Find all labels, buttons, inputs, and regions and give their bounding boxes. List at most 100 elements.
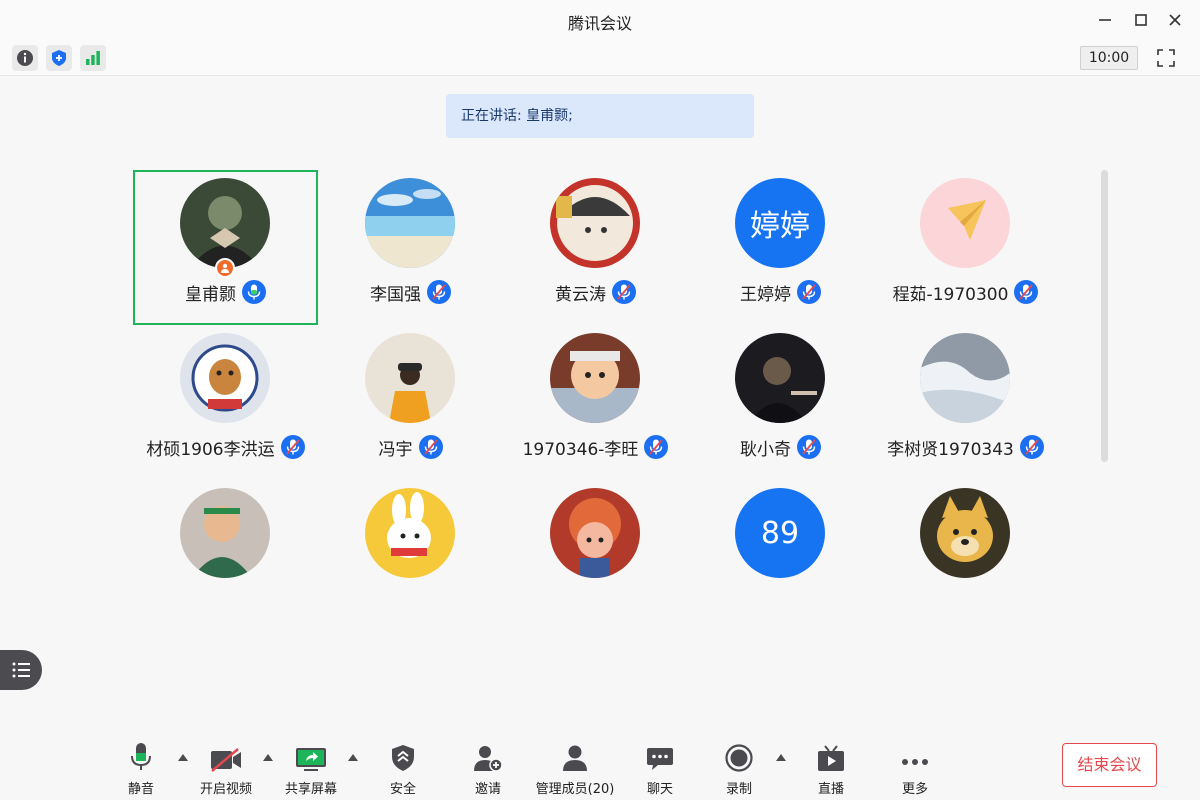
- participant-tile[interactable]: 材硕1906李洪运: [133, 325, 318, 480]
- participant-avatar: [365, 178, 455, 268]
- encryption-button[interactable]: [46, 45, 72, 71]
- participant-tile[interactable]: 李树贤1970343: [873, 325, 1058, 480]
- participant-avatar: [365, 488, 455, 578]
- security-button[interactable]: 安全: [358, 740, 448, 797]
- video-button[interactable]: 开启视频: [181, 740, 271, 797]
- fullscreen-icon: [1157, 49, 1175, 67]
- more-button[interactable]: 更多: [870, 740, 960, 797]
- close-icon: [1169, 14, 1181, 26]
- meeting-info-bar: 10:00: [0, 40, 1200, 76]
- participant-tile[interactable]: 婷婷王婷婷: [688, 170, 873, 325]
- live-stream-icon: [818, 745, 844, 771]
- participant-tile[interactable]: 耿小奇: [688, 325, 873, 480]
- participant-tile[interactable]: 皇甫颢: [133, 170, 318, 325]
- microphone-muted-icon: [797, 435, 821, 459]
- participant-tile[interactable]: [873, 480, 1058, 635]
- participant-name: 李树贤1970343: [887, 439, 1014, 460]
- meeting-info-button[interactable]: [12, 45, 38, 71]
- grid-scrollbar[interactable]: [1101, 170, 1108, 462]
- participant-tile[interactable]: 程茹-1970300: [873, 170, 1058, 325]
- participant-name-row: 1970346-李旺: [503, 433, 688, 461]
- info-icon: [17, 50, 33, 66]
- participant-name-row: 材硕1906李洪运: [133, 433, 318, 461]
- participant-grid: 皇甫颢 李国强 黄云涛 婷婷 王婷婷 程茹-1970300 材硕1906李洪运 冯宇 19703…: [133, 170, 1063, 600]
- microphone-icon: [131, 743, 151, 770]
- mute-button[interactable]: 静音: [96, 740, 186, 797]
- participant-name: 材硕1906李洪运: [146, 439, 275, 460]
- manage-members-button[interactable]: 管理成员(20): [530, 740, 620, 797]
- participant-name-row: 李国强: [318, 278, 503, 306]
- video-off-icon: [211, 748, 241, 772]
- participant-avatar: [920, 333, 1010, 423]
- participant-tile[interactable]: 1970346-李旺: [503, 325, 688, 480]
- participant-avatar: [180, 488, 270, 578]
- fullscreen-button[interactable]: [1153, 45, 1179, 71]
- participant-tile[interactable]: 李国强: [318, 170, 503, 325]
- mute-label: 静音: [127, 782, 154, 797]
- record-label: 录制: [725, 782, 752, 797]
- participant-tile[interactable]: 冯宇: [318, 325, 503, 480]
- participant-tile[interactable]: [133, 480, 318, 635]
- caret-up-icon: [348, 753, 358, 761]
- participant-avatar: [180, 333, 270, 423]
- participant-name: 程茹-1970300: [892, 284, 1009, 305]
- bottom-toolbar: 静音 开启视频 共享屏幕 安全 邀请 管理成员(20) 聊天 录制 直播 更多 …: [0, 730, 1200, 800]
- minimize-button[interactable]: [1093, 8, 1117, 32]
- participant-tile[interactable]: 黄云涛: [503, 170, 688, 325]
- share-screen-label: 共享屏幕: [284, 782, 337, 797]
- live-stream-label: 直播: [817, 782, 844, 797]
- microphone-muted-icon: [612, 280, 636, 304]
- participant-avatar: [735, 333, 825, 423]
- security-shield-icon: [392, 745, 414, 771]
- participant-tile[interactable]: 89: [688, 480, 873, 635]
- participant-name-row: 耿小奇: [688, 433, 873, 461]
- chat-label: 聊天: [646, 782, 673, 797]
- participant-avatar: [920, 488, 1010, 578]
- participant-avatar: 89: [735, 488, 825, 578]
- minimize-icon: [1099, 19, 1111, 21]
- members-icon: [563, 745, 587, 771]
- participant-name: 李国强: [370, 284, 421, 305]
- participant-avatar: 婷婷: [735, 178, 825, 268]
- microphone-muted-icon: [797, 280, 821, 304]
- maximize-icon: [1135, 14, 1147, 26]
- live-stream-button[interactable]: 直播: [786, 740, 876, 797]
- list-icon: [12, 662, 30, 678]
- participant-name: 1970346-李旺: [522, 439, 639, 460]
- participant-name: 皇甫颢: [185, 284, 236, 305]
- participant-avatar: [920, 178, 1010, 268]
- participant-name-row: 程茹-1970300: [873, 278, 1058, 306]
- microphone-muted-icon: [1014, 280, 1039, 304]
- record-button[interactable]: 录制: [694, 740, 784, 797]
- avatar-text: 89: [735, 488, 825, 578]
- participant-tile[interactable]: [318, 480, 503, 635]
- microphone-muted-icon: [427, 280, 451, 304]
- participant-name-row: 冯宇: [318, 433, 503, 461]
- add-user-icon: [474, 746, 503, 772]
- microphone-muted-icon: [1019, 435, 1044, 459]
- list-toggle-button[interactable]: [0, 650, 42, 690]
- microphone-on-icon: [242, 280, 266, 304]
- manage-members-label: 管理成员(20): [535, 782, 615, 797]
- security-label: 安全: [389, 782, 416, 797]
- network-status-button[interactable]: [80, 45, 106, 71]
- participant-name: 冯宇: [378, 439, 413, 460]
- participant-name-row: 黄云涛: [503, 278, 688, 306]
- participant-tile[interactable]: [503, 480, 688, 635]
- caret-up-icon: [776, 753, 786, 761]
- close-button[interactable]: [1163, 8, 1187, 32]
- participant-name-row: 皇甫颢: [135, 278, 316, 306]
- maximize-button[interactable]: [1129, 8, 1153, 32]
- host-icon: [215, 258, 235, 278]
- share-screen-button[interactable]: 共享屏幕: [266, 740, 356, 797]
- microphone-muted-icon: [280, 435, 305, 459]
- invite-button[interactable]: 邀请: [443, 740, 533, 797]
- share-screen-icon: [296, 748, 326, 771]
- chat-button[interactable]: 聊天: [615, 740, 705, 797]
- microphone-muted-icon: [418, 435, 443, 459]
- end-meeting-button[interactable]: 结束会议: [1062, 743, 1157, 787]
- avatar-text: 婷婷: [735, 178, 825, 268]
- participant-name-row: 李树贤1970343: [873, 433, 1058, 461]
- participant-name: 王婷婷: [740, 284, 791, 305]
- shield-icon: [52, 50, 66, 66]
